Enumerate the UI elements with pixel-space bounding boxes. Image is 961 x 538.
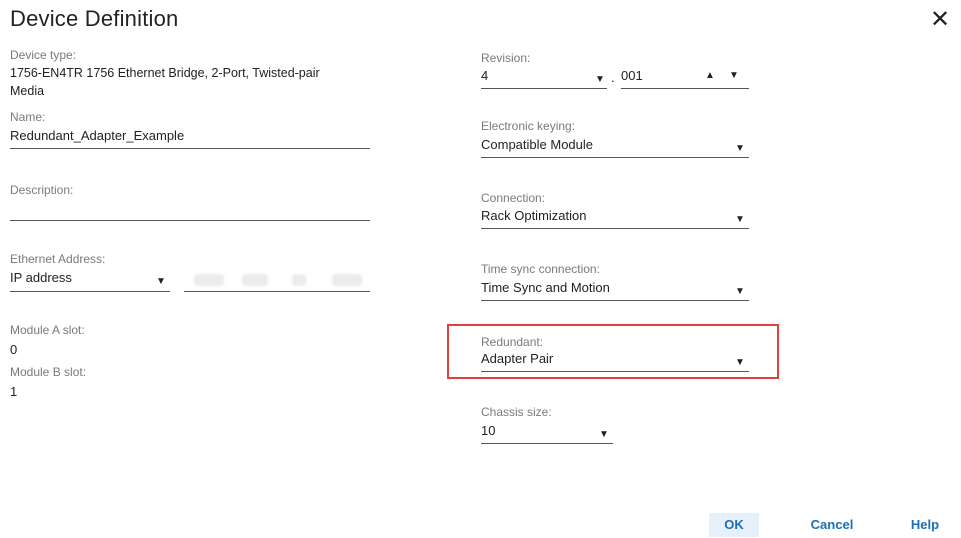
time-sync-value: Time Sync and Motion — [481, 280, 610, 295]
chevron-down-icon: ▼ — [156, 276, 166, 287]
module-a-value: 0 — [10, 342, 18, 357]
chevron-down-icon[interactable]: ▼ — [729, 70, 739, 81]
ethernet-mode-dropdown[interactable]: IP address ▼ — [10, 270, 170, 292]
redundant-value: Adapter Pair — [481, 351, 554, 366]
keying-value: Compatible Module — [481, 137, 594, 152]
name-label: Name: — [10, 110, 46, 124]
time-sync-dropdown[interactable]: Time Sync and Motion ▼ — [481, 280, 749, 301]
chassis-size-label: Chassis size: — [481, 405, 552, 419]
connection-value: Rack Optimization — [481, 208, 587, 223]
revision-major-value: 4 — [481, 68, 489, 83]
revision-minor-spinner[interactable]: 001 ▲ ▼ — [621, 68, 749, 89]
chassis-size-dropdown[interactable]: 10 ▼ — [481, 423, 613, 444]
device-type-line1: 1756-EN4TR 1756 Ethernet Bridge, 2-Port,… — [10, 66, 320, 80]
description-label: Description: — [10, 183, 74, 197]
ip-octet-blurred — [194, 274, 224, 286]
device-type-label: Device type: — [10, 48, 77, 62]
redundant-dropdown[interactable]: Adapter Pair ▼ — [481, 351, 749, 372]
chevron-down-icon: ▼ — [595, 74, 605, 85]
connection-dropdown[interactable]: Rack Optimization ▼ — [481, 208, 749, 229]
module-b-label: Module B slot: — [10, 365, 87, 379]
chevron-down-icon: ▼ — [735, 286, 745, 297]
revision-major-dropdown[interactable]: 4 ▼ — [481, 68, 607, 89]
ip-octet-blurred — [242, 274, 268, 286]
connection-label: Connection: — [481, 191, 546, 205]
name-value: Redundant_Adapter_Example — [10, 128, 185, 143]
revision-separator: . — [611, 70, 615, 85]
name-field[interactable]: Redundant_Adapter_Example — [10, 128, 370, 149]
revision-minor-value: 001 — [621, 68, 643, 83]
cancel-button[interactable]: Cancel — [800, 513, 864, 537]
device-type-line2: Media — [10, 84, 45, 98]
keying-dropdown[interactable]: Compatible Module ▼ — [481, 137, 749, 158]
chevron-down-icon: ▼ — [599, 429, 609, 440]
redundant-label: Redundant: — [481, 335, 544, 349]
description-field[interactable] — [10, 200, 370, 221]
keying-label: Electronic keying: — [481, 119, 576, 133]
module-a-label: Module A slot: — [10, 323, 85, 337]
close-icon[interactable]: ✕ — [930, 8, 950, 32]
module-b-value: 1 — [10, 384, 18, 399]
chevron-down-icon: ▼ — [735, 357, 745, 368]
chevron-down-icon: ▼ — [735, 214, 745, 225]
chevron-up-icon[interactable]: ▲ — [705, 70, 715, 81]
ok-button[interactable]: OK — [709, 513, 759, 537]
chevron-down-icon: ▼ — [735, 143, 745, 154]
time-sync-label: Time sync connection: — [481, 262, 600, 276]
revision-label: Revision: — [481, 51, 531, 65]
ip-octet-blurred — [292, 274, 306, 286]
ethernet-mode-value: IP address — [10, 270, 72, 285]
help-button[interactable]: Help — [900, 513, 950, 537]
dialog-title: Device Definition — [10, 6, 179, 31]
chassis-size-value: 10 — [481, 423, 496, 438]
ip-address-field[interactable] — [184, 270, 370, 292]
ethernet-address-label: Ethernet Address: — [10, 252, 106, 266]
ip-octet-blurred — [332, 274, 362, 286]
